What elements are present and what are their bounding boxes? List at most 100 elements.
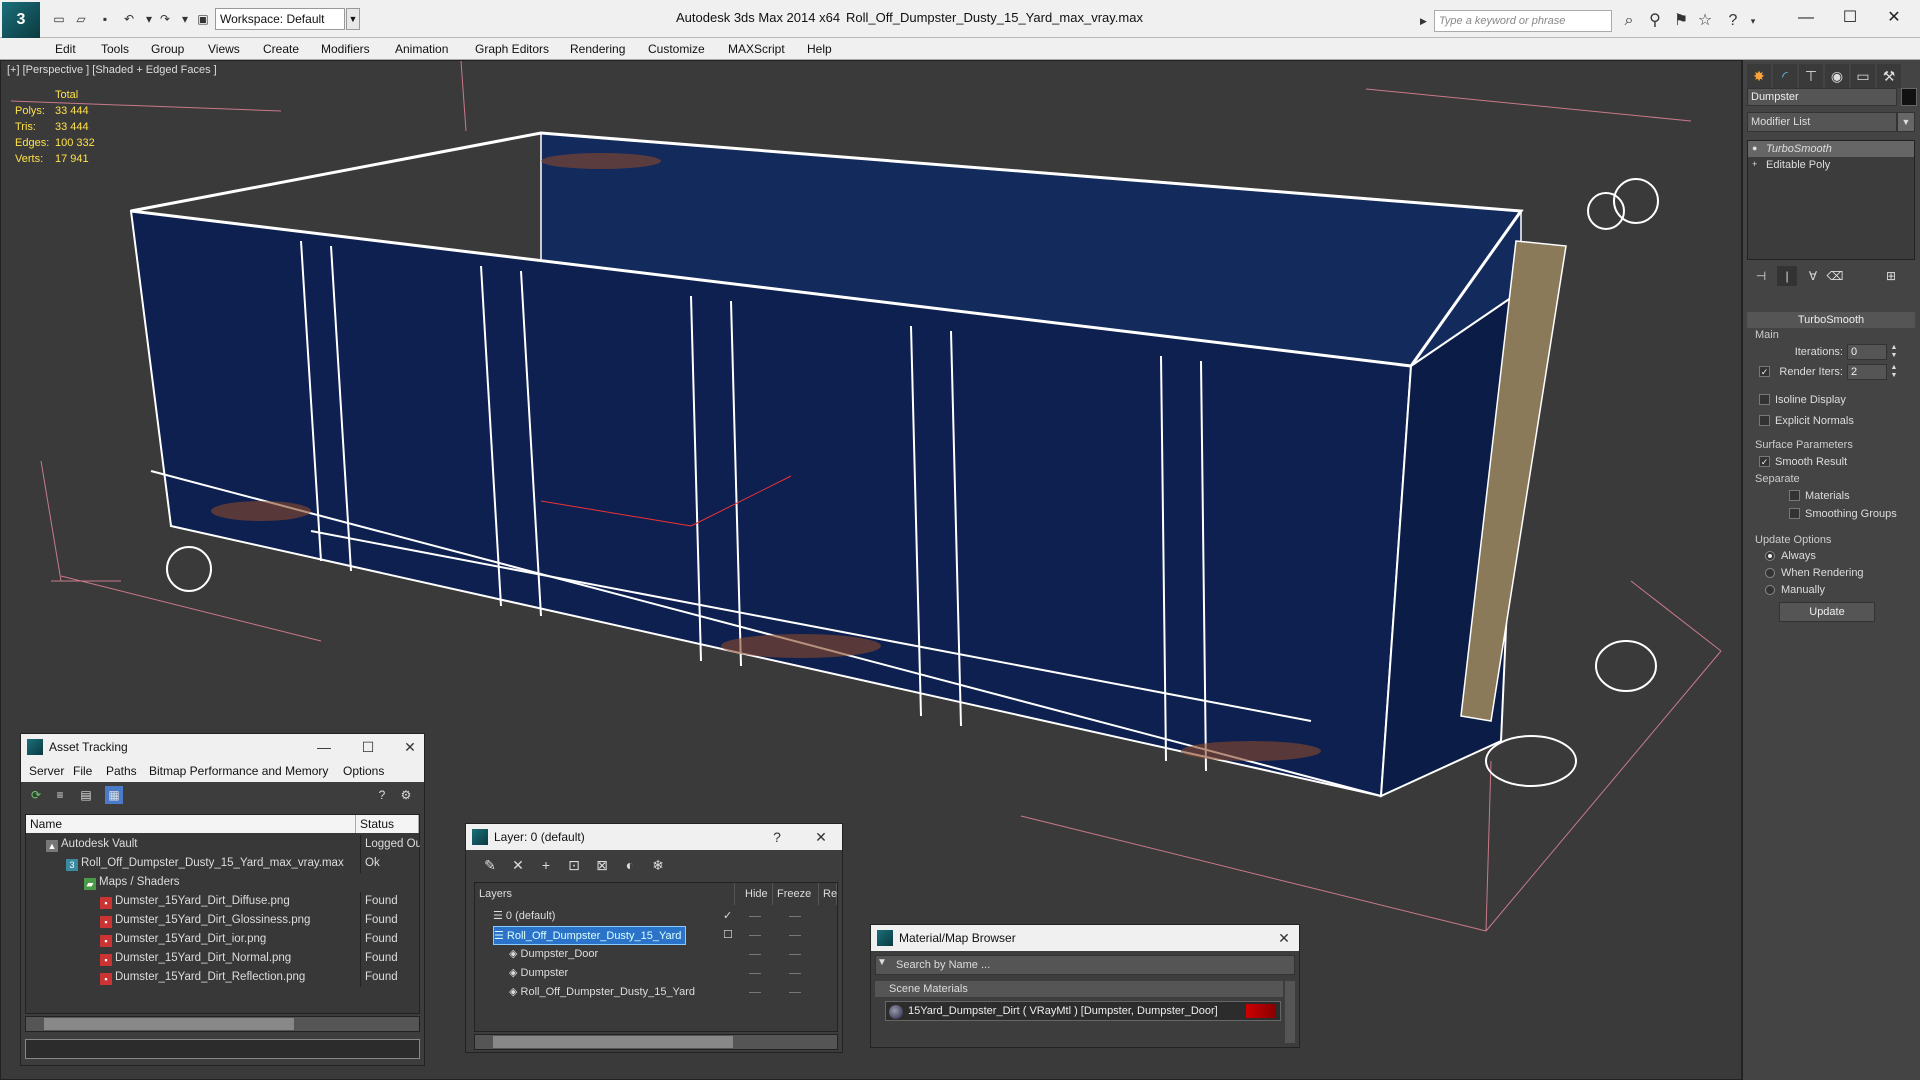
workspace-dropdown[interactable]: Workspace: Default <box>215 8 345 30</box>
undo-icon[interactable]: ↶ <box>120 10 138 28</box>
render-iters-spinner-arrows-icon[interactable]: ▲ ▼ <box>1889 364 1899 380</box>
light-bulb-icon[interactable]: ● <box>1752 143 1762 153</box>
redo-dropdown-icon[interactable]: ▾ <box>176 10 194 28</box>
favorites-star-icon[interactable]: ☆ <box>1694 10 1716 32</box>
binoculars-icon[interactable]: ⌕ <box>1618 10 1640 32</box>
asset-help-icon[interactable]: ? <box>373 786 391 804</box>
layer-col-render[interactable]: Re <box>819 883 837 905</box>
menu-tools[interactable]: Tools <box>101 42 129 56</box>
search-options-icon[interactable]: ▼ <box>877 957 891 971</box>
render-iters-spinner[interactable]: 2 <box>1847 364 1887 380</box>
add-to-layer-icon[interactable]: + <box>536 855 556 875</box>
freeze-toggle[interactable] <box>789 954 801 955</box>
stack-item-editable-poly[interactable]: + Editable Poly <box>1748 157 1914 173</box>
maximize-button[interactable]: ☐ <box>1830 4 1870 32</box>
layer-scroll-thumb[interactable] <box>493 1036 733 1048</box>
asset-menu-bitmap[interactable]: Bitmap Performance and Memory <box>149 764 328 778</box>
set-current-checkbox[interactable]: ☐ <box>723 926 733 945</box>
freeze-toggle[interactable] <box>789 992 801 993</box>
asset-menu-paths[interactable]: Paths <box>106 764 137 778</box>
smoothing-groups-checkbox[interactable] <box>1789 508 1800 519</box>
new-file-icon[interactable]: ▭ <box>50 10 68 28</box>
layer-help-button[interactable]: ? <box>764 826 790 848</box>
menu-customize[interactable]: Customize <box>648 42 705 56</box>
search-expand-icon[interactable]: ▶ <box>1420 10 1432 32</box>
asset-maximize-button[interactable]: ☐ <box>355 736 381 758</box>
asset-close-button[interactable]: ✕ <box>397 736 423 758</box>
asset-col-name[interactable]: Name <box>26 815 356 833</box>
layer-close-button[interactable]: ✕ <box>808 826 834 848</box>
materials-checkbox[interactable] <box>1789 490 1800 501</box>
select-objects-icon[interactable]: ⊡ <box>564 855 584 875</box>
material-close-button[interactable]: ✕ <box>1271 927 1297 949</box>
redo-icon[interactable]: ↷ <box>156 10 174 28</box>
explicit-normals-checkbox[interactable] <box>1759 415 1770 426</box>
object-name-field[interactable]: Dumpster <box>1747 88 1897 106</box>
remove-modifier-icon[interactable]: ⌫ <box>1825 266 1845 286</box>
iterations-spinner-arrows-icon[interactable]: ▲ ▼ <box>1889 344 1899 360</box>
close-button[interactable]: ✕ <box>1874 4 1914 32</box>
table-row[interactable]: ▪ Dumster_15Yard_Dirt_ior.png Found <box>26 930 419 949</box>
modifier-list-dropdown[interactable]: Modifier List <box>1747 112 1897 132</box>
asset-menu-file[interactable]: File <box>73 764 92 778</box>
create-layer-icon[interactable]: ✎ <box>480 855 500 875</box>
hide-all-icon[interactable]: ◐ <box>620 855 640 875</box>
freeze-toggle[interactable] <box>789 935 801 936</box>
hierarchy-tab-icon[interactable]: ⊤ <box>1799 64 1823 88</box>
menu-animation[interactable]: Animation <box>395 42 448 56</box>
layer-row[interactable]: ◈ Dumpster_Door <box>475 945 837 964</box>
highlight-layer-icon[interactable]: ⊠ <box>592 855 612 875</box>
table-row[interactable]: ▲ Autodesk Vault Logged Out <box>26 835 420 854</box>
update-manually-radio[interactable] <box>1765 585 1775 595</box>
update-button[interactable]: Update <box>1779 602 1875 622</box>
delete-layer-icon[interactable]: ✕ <box>508 855 528 875</box>
menu-views[interactable]: Views <box>208 42 240 56</box>
menu-group[interactable]: Group <box>151 42 184 56</box>
asset-menu-options[interactable]: Options <box>343 764 384 778</box>
layer-col-layers[interactable]: Layers <box>475 883 735 905</box>
asset-settings-icon[interactable]: ⚙ <box>397 786 415 804</box>
table-row[interactable]: 3 Roll_Off_Dumpster_Dusty_15_Yard_max_vra… <box>26 854 419 873</box>
update-always-radio[interactable] <box>1765 551 1775 561</box>
material-item[interactable]: 15Yard_Dumpster_Dirt ( VRayMtl ) [Dumpst… <box>885 1001 1281 1021</box>
save-file-icon[interactable]: ▪ <box>96 10 114 28</box>
table-row[interactable]: ▪ Dumster_15Yard_Dirt_Glossiness.png Found <box>26 911 419 930</box>
hide-toggle[interactable] <box>749 954 761 955</box>
viewport-label[interactable]: [+] [Perspective ] [Shaded + Edged Faces… <box>7 64 217 76</box>
open-file-icon[interactable]: ▱ <box>72 10 90 28</box>
layer-row[interactable]: ☰ Roll_Off_Dumpster_Dusty_15_Yard ☐ <box>475 926 837 945</box>
app-logo-icon[interactable]: 3 <box>2 2 40 38</box>
workspace-dropdown-arrow-icon[interactable]: ▼ <box>346 8 360 30</box>
show-end-result-icon[interactable]: | <box>1777 266 1797 286</box>
hide-toggle[interactable] <box>749 935 761 936</box>
update-when-rendering-radio[interactable] <box>1765 568 1775 578</box>
list-view-icon[interactable]: ≡ <box>51 786 69 804</box>
hide-toggle[interactable] <box>749 973 761 974</box>
smooth-result-checkbox[interactable]: ✓ <box>1759 456 1770 467</box>
communication-center-icon[interactable]: ⚑ <box>1670 10 1692 32</box>
minimize-button[interactable]: — <box>1786 4 1826 32</box>
asset-minimize-button[interactable]: — <box>311 736 337 758</box>
isoline-display-checkbox[interactable] <box>1759 394 1770 405</box>
material-search-input[interactable]: Search by Name ... <box>875 955 1295 975</box>
table-row[interactable]: ▪ Dumster_15Yard_Dirt_Diffuse.png Found <box>26 892 419 911</box>
menu-graph-editors[interactable]: Graph Editors <box>475 42 549 56</box>
help-dropdown-icon[interactable]: ▾ <box>1742 10 1764 32</box>
refresh-icon[interactable]: ⟳ <box>27 786 45 804</box>
thumbnail-view-icon[interactable]: ▤ <box>77 786 95 804</box>
turbosmooth-rollout-title[interactable]: TurboSmooth <box>1747 312 1915 328</box>
object-color-swatch[interactable] <box>1901 88 1917 106</box>
motion-tab-icon[interactable]: ◉ <box>1825 64 1849 88</box>
asset-scroll-thumb[interactable] <box>44 1018 294 1030</box>
modifier-list-arrow-icon[interactable]: ▼ <box>1897 112 1915 132</box>
menu-modifiers[interactable]: Modifiers <box>321 42 370 56</box>
project-folder-icon[interactable]: ▣ <box>194 10 212 28</box>
table-row[interactable]: ▪ Dumster_15Yard_Dirt_Reflection.png Found <box>26 968 419 987</box>
layer-row[interactable]: ◈ Roll_Off_Dumpster_Dusty_15_Yard <box>475 983 837 1002</box>
search-input[interactable]: Type a keyword or phrase <box>1434 10 1612 32</box>
menu-help[interactable]: Help <box>807 42 832 56</box>
pin-stack-icon[interactable]: ⊣ <box>1751 266 1771 286</box>
freeze-all-icon[interactable]: ❄ <box>648 855 668 875</box>
configure-modifier-sets-icon[interactable]: ⊞ <box>1881 266 1901 286</box>
menu-edit[interactable]: Edit <box>55 42 76 56</box>
